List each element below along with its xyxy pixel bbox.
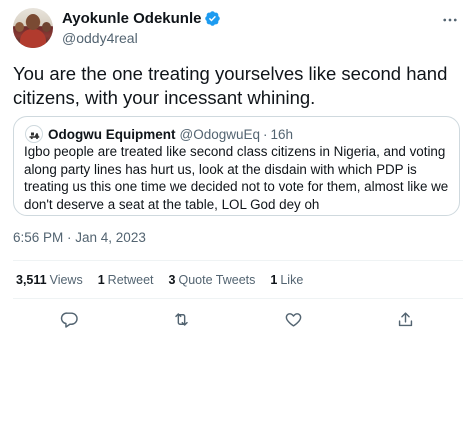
retweet-icon[interactable] (170, 308, 192, 330)
tweet-text: You are the one treating yourselves like… (13, 63, 448, 108)
divider (13, 260, 463, 261)
quoted-author-handle: @OdogwuEq (179, 126, 261, 142)
views-count: 3,511 (16, 273, 47, 287)
author-avatar[interactable] (13, 8, 53, 48)
quoted-author-name: Odogwu Equipment (48, 126, 176, 142)
views-label: Views (49, 273, 83, 287)
quoted-tweet-text: Igbo people are treated like second clas… (24, 144, 449, 212)
quoted-author-avatar (25, 125, 43, 143)
tweet-actions (0, 308, 474, 330)
reply-icon[interactable] (58, 308, 80, 330)
tweet-stats: 3,511 Views 1 Retweet 3 Quote Tweets 1 Like (16, 273, 318, 287)
quoted-tweet-header: Odogwu Equipment @OdogwuEq · 16h (25, 125, 293, 143)
views-stat[interactable]: 3,511 Views (16, 273, 83, 287)
retweets-stat[interactable]: 1 Retweet (98, 273, 154, 287)
more-icon[interactable] (440, 10, 460, 30)
quoted-time[interactable]: 16h (271, 127, 294, 142)
likes-count: 1 (270, 273, 278, 287)
retweets-label: Retweet (107, 273, 154, 287)
like-icon[interactable] (282, 308, 304, 330)
quotes-count: 3 (168, 273, 176, 287)
retweets-count: 1 (97, 273, 105, 287)
divider (13, 298, 463, 299)
quotes-label: Quote Tweets (178, 273, 256, 287)
author-name-row: Ayokunle Odekunle (62, 10, 221, 27)
quoted-tweet[interactable]: Odogwu Equipment @OdogwuEq · 16h Igbo pe… (13, 116, 460, 216)
tweet: Ayokunle Odekunle @oddy4real You are the… (0, 0, 474, 433)
verified-badge-icon (204, 10, 221, 27)
quoted-separator: · (263, 126, 268, 142)
likes-label: Like (280, 273, 304, 287)
share-icon[interactable] (394, 308, 416, 330)
author-display-name[interactable]: Ayokunle Odekunle (62, 10, 201, 27)
tweet-timestamp[interactable]: 6:56 PM · Jan 4, 2023 (13, 230, 146, 245)
quotes-stat[interactable]: 3 Quote Tweets (169, 273, 256, 287)
likes-stat[interactable]: 1 Like (270, 273, 303, 287)
author-handle[interactable]: @oddy4real (62, 30, 138, 46)
